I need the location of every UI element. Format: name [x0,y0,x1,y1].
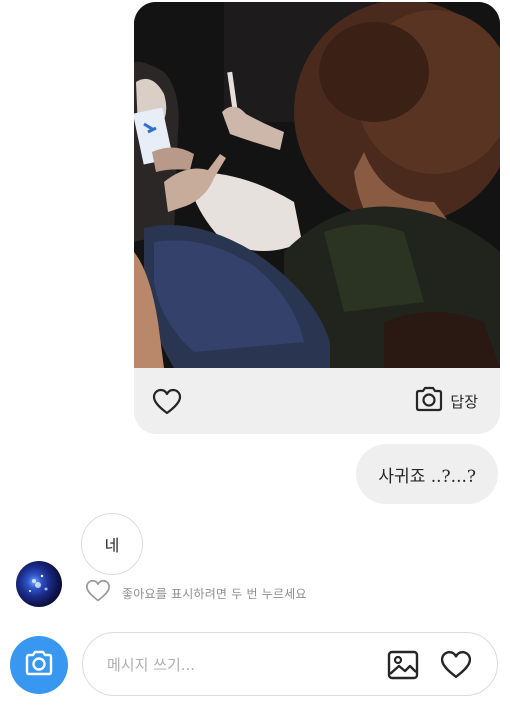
heart-outline-icon[interactable] [152,388,182,416]
camera-button[interactable] [10,636,68,694]
image-icon [387,650,419,684]
photo-message-card[interactable]: 답장 [134,2,500,434]
like-button[interactable] [439,650,473,680]
photo-card-actions: 답장 [134,368,500,434]
outgoing-message-bubble[interactable]: 사귀죠 ..?...? [356,444,498,504]
avatar[interactable] [16,561,62,607]
camera-icon [24,650,54,680]
reply-label: 답장 [450,392,478,411]
photo-illustration [134,2,500,368]
like-hint-text: 좋아요를 표시하려면 두 번 누르세요 [122,586,307,601]
message-composer [82,632,498,696]
reply-button[interactable]: 답장 [414,386,478,416]
avatar-image [29,574,48,592]
message-input[interactable] [105,651,379,679]
shared-photo[interactable] [134,2,500,368]
camera-outline-icon [414,386,444,416]
like-hint: 좋아요를 표시하려면 두 번 누르세요 [84,579,307,607]
incoming-message-text: 네 [104,536,120,555]
heart-outline-icon [439,650,473,684]
outgoing-message-text: 사귀죠 ..?...? [378,466,476,487]
heart-outline-icon[interactable] [84,579,112,607]
incoming-message-bubble[interactable]: 네 [81,513,143,575]
gallery-button[interactable] [387,650,419,680]
